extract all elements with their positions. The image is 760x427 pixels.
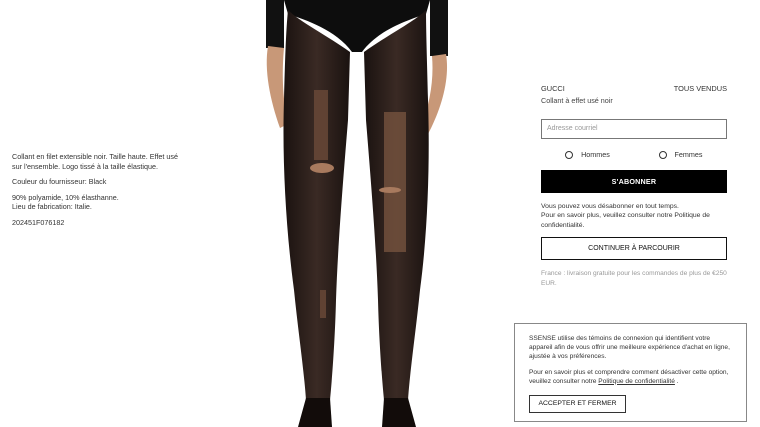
email-field[interactable]: Adresse courriel <box>541 119 727 139</box>
radio-women[interactable] <box>658 150 667 159</box>
cookie-banner: SSENSE utilise des témoins de connexion … <box>514 323 747 422</box>
continue-shopping-button[interactable]: CONTINUER À PARCOURIR <box>541 237 727 261</box>
radio-men[interactable] <box>565 150 574 159</box>
composition: 90% polyamide, 10% élasthanne. <box>12 192 119 202</box>
accept-cookies-button[interactable]: ACCEPTER ET FERMER <box>529 395 626 414</box>
unsubscribe-text: Vous pouvez vous désabonner en tout temp… <box>541 203 679 210</box>
cookie-text-policy: Pour en savoir plus et comprendre commen… <box>529 368 732 386</box>
unsubscribe-info: Vous pouvez vous désabonner en tout temp… <box>541 202 727 230</box>
product-details: Collant en filet extensible noir. Taille… <box>12 152 182 234</box>
stock-status: TOUS VENDUS <box>673 84 727 93</box>
subscribe-button[interactable]: S'ABONNER <box>541 170 727 193</box>
product-image <box>266 0 448 427</box>
privacy-policy-link[interactable]: Politique de confidentialité <box>598 378 675 385</box>
supplier-color: Couleur du fournisseur: Black <box>12 177 107 187</box>
origin: Lieu de fabrication: Italie. <box>12 202 92 212</box>
product-name: Collant à effet usé noir <box>541 96 613 105</box>
brand-row: GUCCI TOUS VENDUS <box>541 84 727 93</box>
gender-selector: Hommes Femmes <box>541 150 727 159</box>
shipping-info: France : livraison gratuite pour les com… <box>541 270 727 287</box>
gender-label-men: Hommes <box>581 150 610 159</box>
gender-label-women: Femmes <box>674 150 703 159</box>
cookie-policy-suffix: . <box>676 377 679 385</box>
policy-text: Pour en savoir plus, veuillez consulter … <box>541 212 710 229</box>
cookie-text: SSENSE utilise des témoins de connexion … <box>529 335 730 361</box>
product-sku: 202451F076182 <box>12 217 65 227</box>
gender-option-men[interactable]: Hommes <box>541 150 634 159</box>
product-description: Collant en filet extensible noir. Taille… <box>12 152 178 171</box>
gender-option-women[interactable]: Femmes <box>634 150 727 159</box>
brand-name[interactable]: GUCCI <box>541 84 565 93</box>
product-panel: GUCCI TOUS VENDUS Collant à effet usé no… <box>541 84 727 288</box>
